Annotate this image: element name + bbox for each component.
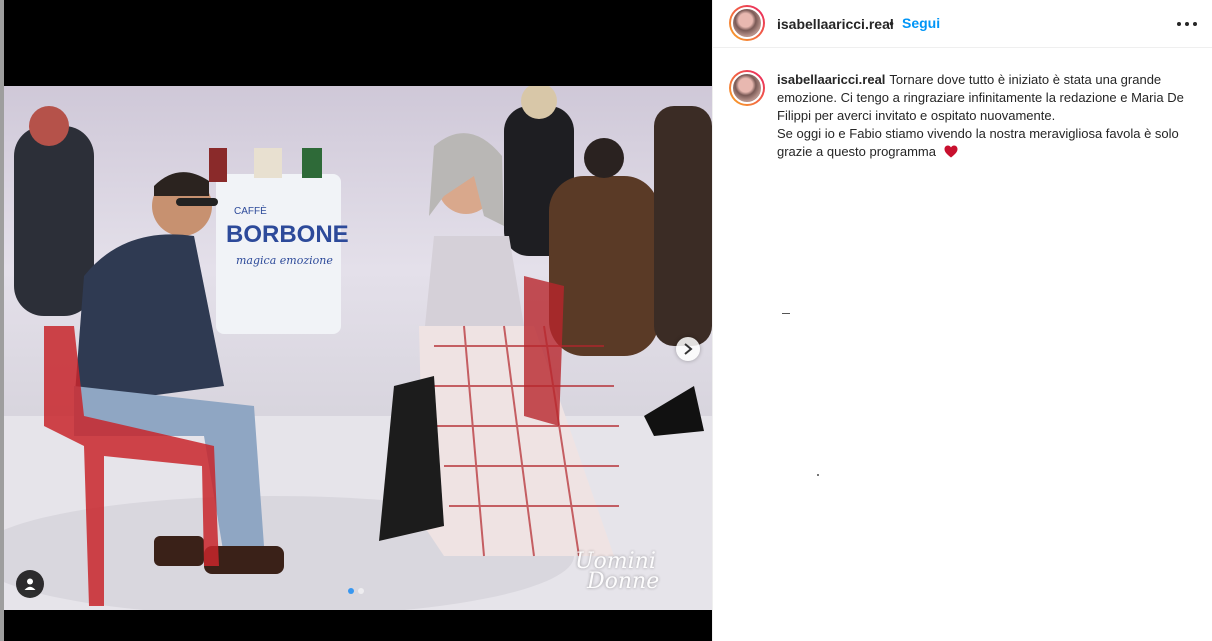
caption-username[interactable]: isabellaaricci.real — [777, 72, 885, 87]
avatar[interactable] — [729, 5, 765, 41]
stray-mark — [782, 313, 790, 314]
heart-emoji-icon — [944, 145, 958, 163]
post-side-panel: isabellaaricci.real • Segui isabellaaric… — [712, 0, 1212, 641]
sign-tagline-text: magica emozione — [236, 254, 333, 267]
carousel-dot-active — [348, 588, 354, 594]
more-options-icon[interactable] — [1175, 12, 1199, 36]
watermark-line-2: Donne — [587, 569, 660, 594]
user-tag-icon[interactable] — [16, 570, 44, 598]
caption-line-2: Se oggi io e Fabio stiamo vivendo la nos… — [777, 126, 1179, 159]
post-photo[interactable]: CAFFÈ BORBONE magica emozione — [4, 86, 712, 610]
avatar-image — [731, 7, 763, 39]
show-watermark: Uomini Donne — [575, 551, 660, 594]
header-separator: • — [889, 15, 894, 31]
sign-brand-text: BORBONE — [226, 221, 349, 248]
post-header: isabellaaricci.real • Segui — [713, 0, 1212, 48]
photo-illustration: CAFFÈ BORBONE magica emozione — [4, 86, 712, 610]
post-media-pane: CAFFÈ BORBONE magica emozione Uomini Don… — [0, 0, 712, 641]
header-username[interactable]: isabellaaricci.real — [777, 16, 894, 32]
follow-button[interactable]: Segui — [902, 15, 940, 31]
caption-text: isabellaaricci.real Tornare dove tutto è … — [777, 71, 1205, 163]
carousel-indicator — [348, 588, 364, 594]
sign-top-text: CAFFÈ — [234, 204, 267, 217]
caption-avatar[interactable] — [729, 70, 765, 106]
chevron-right-icon[interactable] — [676, 337, 700, 361]
stray-mark — [817, 474, 819, 476]
carousel-dot — [358, 588, 364, 594]
caption-avatar-image — [731, 72, 763, 104]
